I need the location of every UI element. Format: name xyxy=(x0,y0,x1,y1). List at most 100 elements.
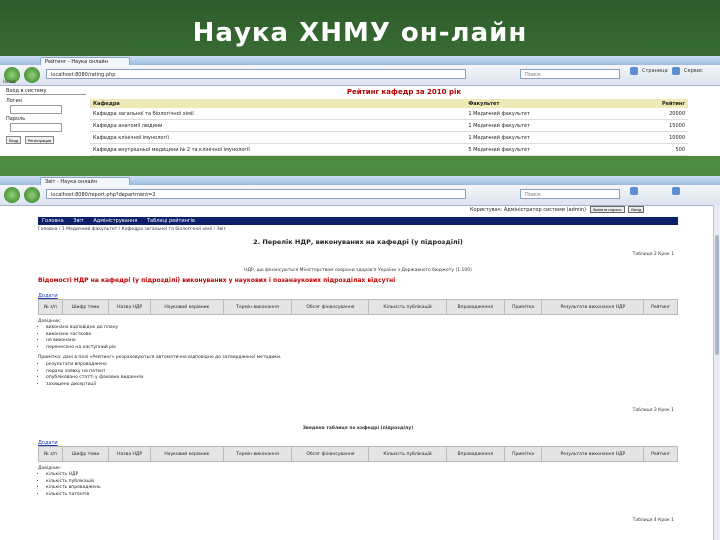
address-bar[interactable]: localhost:8080/rating.php xyxy=(46,69,466,79)
note-paragraph: Примітка: дані в полі «Рейтинг» розрахов… xyxy=(38,355,282,360)
section-warning: Відомості НДР на кафедрі (у підрозділі) … xyxy=(38,277,396,284)
col-name: Назва НДР xyxy=(108,446,152,462)
tools-icon[interactable] xyxy=(672,187,680,195)
forward-icon[interactable] xyxy=(24,187,40,203)
login-field[interactable] xyxy=(10,105,62,114)
col-fin: Обсяг фінансування xyxy=(291,299,370,315)
breadcrumb: Головна / 1 Медичний факультет / Кафедра… xyxy=(38,227,226,232)
col-department: Кафедра xyxy=(90,99,466,108)
notes-list: результати впроваджено подано заявку на … xyxy=(46,362,678,388)
logout-button[interactable]: Вихід xyxy=(628,206,645,213)
faculty-cell: 5 Медичний факультет xyxy=(465,143,622,156)
rating-cell: 20000 xyxy=(621,108,688,120)
menu-item-ratings[interactable]: Таблиці рейтингів xyxy=(147,218,195,224)
table-row[interactable]: Кафедра внутрішньої медицини № 2 та клін… xyxy=(90,143,688,156)
faculty-cell: 1 Медичний факультет xyxy=(465,131,622,144)
back-icon[interactable] xyxy=(4,187,20,203)
notes-list: виконано відповідно до плану виконано ча… xyxy=(46,325,678,351)
rating-cell: 10000 xyxy=(621,131,688,144)
table-note: Таблиця 2 Крок 1 xyxy=(632,252,674,257)
table-row[interactable]: Кафедра клінічної імунології 1 Медичний ф… xyxy=(90,131,688,144)
col-num: № з/п xyxy=(37,299,64,315)
department-cell: Кафедра клінічної імунології xyxy=(90,131,466,144)
rating-cell: 500 xyxy=(621,143,688,156)
summary-table: № з/п Шифр теми Назва НДР Науковий керів… xyxy=(37,446,678,462)
notes-list: кількість НДР кількість публікацій кільк… xyxy=(46,472,678,498)
list-item: захищено дисертації xyxy=(46,382,678,389)
browser-toolbar: localhost:8080/report.php?department=2 П… xyxy=(0,185,720,206)
table-note: Таблиця 3 Крок 1 xyxy=(632,408,674,413)
report-section-1: 2. Перелік НДР, виконуваних на кафедрі (… xyxy=(37,238,678,388)
scrollbar[interactable] xyxy=(713,205,720,540)
faculty-cell: 1 Медичний факультет xyxy=(465,108,622,120)
rating-title: Рейтинг кафедр за 2010 рік xyxy=(346,88,462,96)
col-result: Результати виконання НДР xyxy=(541,446,645,462)
browser-window-rating: Рейтинг - Наука онлайн Назад localhost:8… xyxy=(0,56,720,156)
scrollbar-thumb[interactable] xyxy=(715,235,719,355)
col-pub: Кількість публікацій xyxy=(368,446,447,462)
table-row[interactable]: Кафедра анатомії людини 1 Медичний факуль… xyxy=(90,119,688,132)
col-name: Назва НДР xyxy=(108,299,152,315)
table-row[interactable]: Кафедра загальної та біологічної хімії 1 … xyxy=(90,108,688,120)
browser-toolbar: Назад localhost:8080/rating.php Поиск Ст… xyxy=(0,65,720,86)
col-result: Результати виконання НДР xyxy=(541,299,645,315)
col-fin: Обсяг фінансування xyxy=(291,446,370,462)
col-impl: Впровадження xyxy=(445,446,505,462)
forward-icon[interactable] xyxy=(24,67,40,83)
main-menu: Головна Звіт Адміністрування Таблиці рей… xyxy=(38,217,678,225)
back-label: Назад xyxy=(3,79,16,84)
change-password-button[interactable]: Змінити пароль xyxy=(589,206,625,213)
search-input[interactable]: Поиск xyxy=(520,189,620,199)
table-note: Таблиця 4 Крок 1 xyxy=(632,518,674,523)
add-link[interactable]: Додати xyxy=(38,439,678,446)
col-term: Термін виконання xyxy=(222,446,293,462)
page-menu[interactable]: Страница xyxy=(642,68,668,74)
report-section-2: Таблиця 3 Крок 1 Зведена таблиця по кафе… xyxy=(37,408,678,523)
menu-item-report[interactable]: Звіт xyxy=(73,218,83,224)
col-head: Науковий керівник xyxy=(150,446,224,462)
address-bar[interactable]: localhost:8080/report.php?department=2 xyxy=(46,189,466,199)
department-cell: Кафедра анатомії людини xyxy=(90,119,466,132)
notes-title: Довідник: xyxy=(38,466,62,471)
department-cell: Кафедра внутрішньої медицини № 2 та клін… xyxy=(90,143,466,156)
notes-title: Довідник: xyxy=(38,319,62,324)
login-panel: Вход в систему Логин Пароль Вход Регистр… xyxy=(6,88,86,156)
tools-icon[interactable] xyxy=(672,67,680,75)
login-button[interactable]: Вход xyxy=(6,136,22,144)
browser-titlebar: Звіт - Наука онлайн xyxy=(0,176,720,185)
col-note: Примітка xyxy=(503,446,543,462)
col-term: Термін виконання xyxy=(222,299,293,315)
user-info: Користувач: Адміністратор системи (admin… xyxy=(470,207,587,213)
col-faculty: Факультет xyxy=(465,99,622,108)
rating-table: Кафедра Факультет Рейтинг Кафедра загаль… xyxy=(90,99,688,156)
tools-menu[interactable]: Сервис xyxy=(684,68,703,74)
home-icon[interactable] xyxy=(630,187,638,195)
register-button[interactable]: Регистрация xyxy=(24,136,55,144)
browser-window-report: Звіт - Наука онлайн localhost:8080/repor… xyxy=(0,176,720,540)
ndr-table: № з/п Шифр теми Назва НДР Науковий керів… xyxy=(37,299,678,315)
col-code: Шифр теми xyxy=(62,299,110,315)
menu-item-home[interactable]: Головна xyxy=(42,218,64,224)
home-icon[interactable] xyxy=(630,67,638,75)
col-head: Науковий керівник xyxy=(150,299,224,315)
col-pub: Кількість публікацій xyxy=(368,299,447,315)
browser-titlebar: Рейтинг - Наука онлайн xyxy=(0,56,720,65)
search-input[interactable]: Поиск xyxy=(520,69,620,79)
col-code: Шифр теми xyxy=(62,446,110,462)
browser-tab[interactable]: Звіт - Наука онлайн xyxy=(40,177,130,185)
menu-item-admin[interactable]: Адміністрування xyxy=(93,218,137,224)
faculty-cell: 1 Медичний факультет xyxy=(465,119,622,132)
department-cell: Кафедра загальної та біологічної хімії xyxy=(90,108,466,120)
user-bar: Користувач: Адміністратор системи (admin… xyxy=(470,206,645,213)
col-note: Примітка xyxy=(503,299,543,315)
section-title: 2. Перелік НДР, виконуваних на кафедрі (… xyxy=(253,238,463,246)
add-link-text: Додати xyxy=(38,293,58,299)
section-title: Зведена таблиця по кафедрі (підрозділу) xyxy=(302,426,414,431)
add-link[interactable]: Додати xyxy=(38,292,678,299)
password-label: Пароль xyxy=(6,116,26,122)
org-line: НДР, що фінансуються Міністерством охоро… xyxy=(244,268,472,273)
password-field[interactable] xyxy=(10,123,62,132)
browser-tab[interactable]: Рейтинг - Наука онлайн xyxy=(40,57,130,65)
login-label: Логин xyxy=(6,98,22,104)
add-link-text: Додати xyxy=(38,440,58,446)
